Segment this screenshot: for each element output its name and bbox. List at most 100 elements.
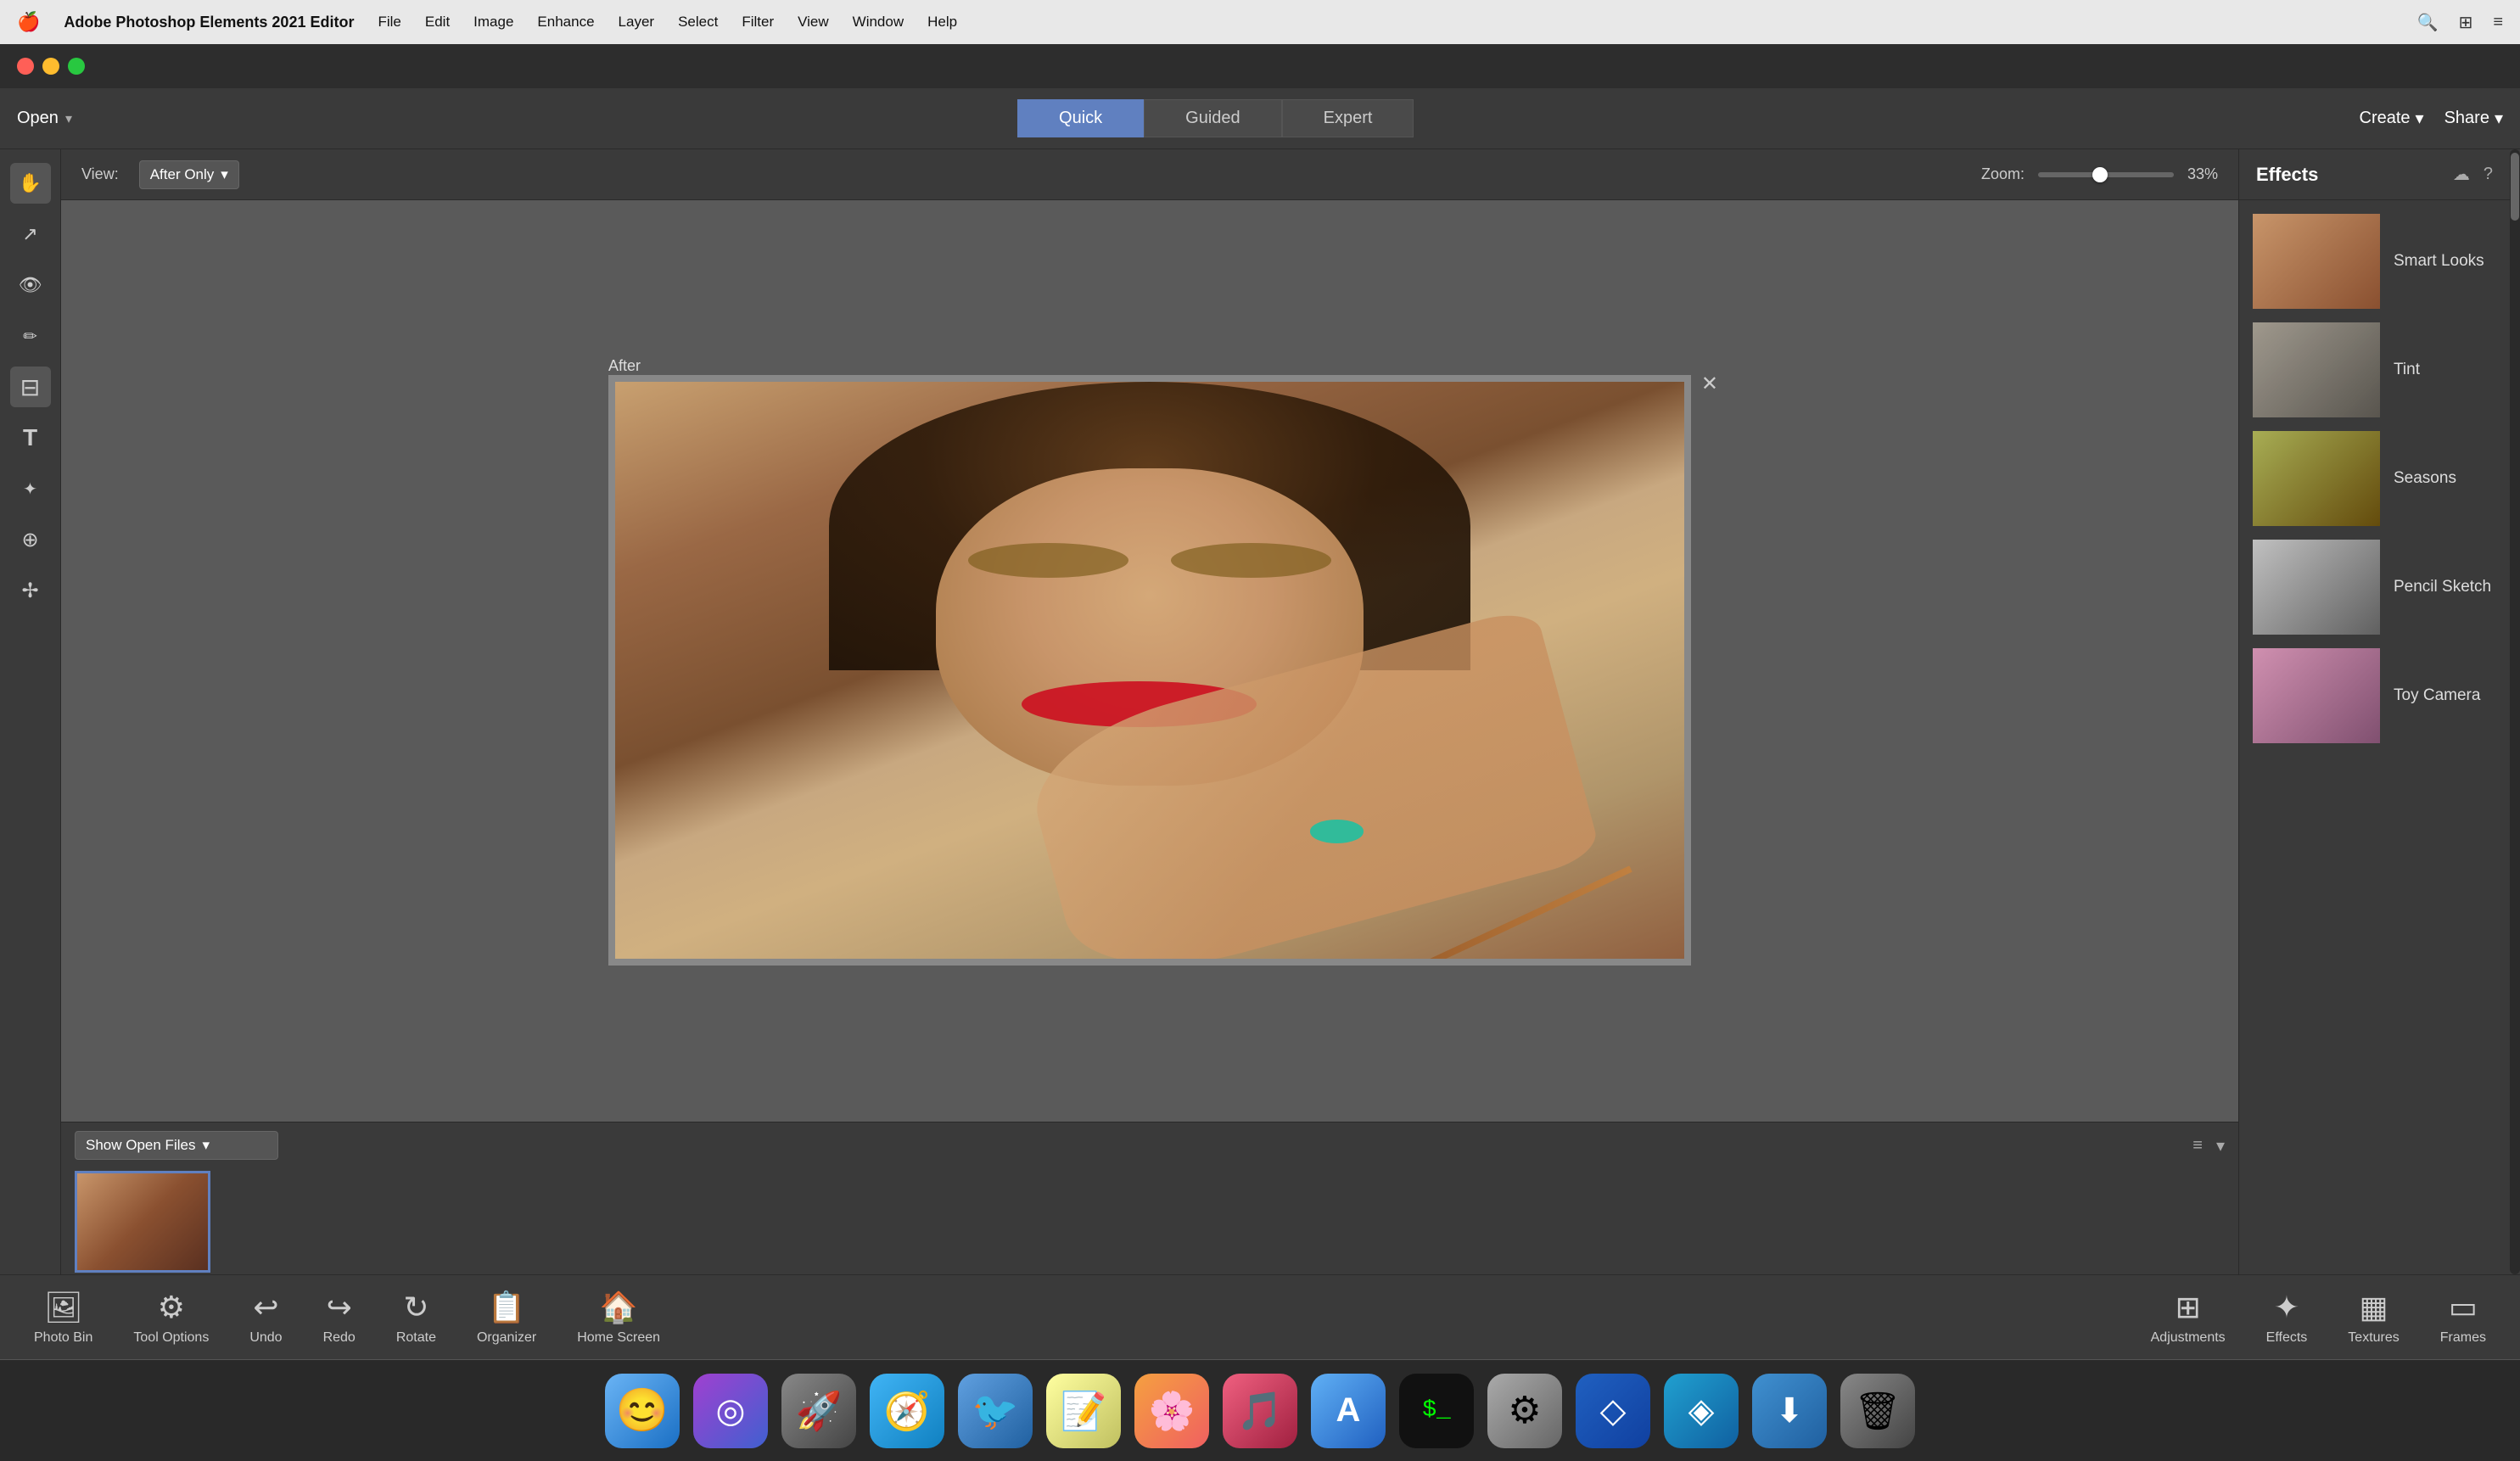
cloud-icon[interactable]: ☁ <box>2453 164 2470 185</box>
menu-view[interactable]: View <box>798 14 829 31</box>
zoom-tool-button[interactable]: ↗ <box>10 214 51 255</box>
menu-file[interactable]: File <box>378 14 400 31</box>
show-files-select[interactable]: Show Open Files ▾ <box>75 1131 278 1160</box>
effect-label-smart-looks: Smart Looks <box>2394 252 2484 271</box>
menu-filter[interactable]: Filter <box>742 14 774 31</box>
redo-button[interactable]: ↪ Redo <box>323 1290 356 1346</box>
share-button[interactable]: Share ▾ <box>2444 108 2503 129</box>
zoom-thumb[interactable] <box>2092 167 2108 182</box>
retouch-tool-button[interactable]: ✦ <box>10 468 51 509</box>
dock-trash-icon: 🗑 <box>1854 1389 1901 1433</box>
dock-notes[interactable]: 📝 <box>1046 1374 1121 1448</box>
menu-help[interactable]: Help <box>927 14 957 31</box>
menu-image[interactable]: Image <box>473 14 513 31</box>
menu-window[interactable]: Window <box>853 14 904 31</box>
effect-label-pencil-sketch: Pencil Sketch <box>2394 578 2491 596</box>
dock-music[interactable]: 🎵 <box>1223 1374 1297 1448</box>
organizer-button[interactable]: 📋 Organizer <box>477 1290 536 1346</box>
minimize-window-button[interactable] <box>42 58 59 75</box>
home-screen-button[interactable]: 🏠 Home Screen <box>577 1290 660 1346</box>
dock-safari[interactable]: 🧭 <box>870 1374 944 1448</box>
text-tool-button[interactable]: T <box>10 417 51 458</box>
effects-scrollbar[interactable] <box>2510 149 2520 1274</box>
maximize-window-button[interactable] <box>68 58 85 75</box>
dock-rocket[interactable]: 🚀 <box>781 1374 856 1448</box>
bottom-tools-right: ⊞ Adjustments ✦ Effects ▦ Textures ▭ Fra… <box>2151 1290 2486 1346</box>
effect-thumb-tint <box>2253 322 2380 417</box>
dock-pse-1[interactable]: ◇ <box>1576 1374 1650 1448</box>
dock-bird[interactable]: 🐦 <box>958 1374 1033 1448</box>
dock-finder[interactable]: 😊 <box>605 1374 680 1448</box>
eye-tool-button[interactable]: 👁 <box>10 265 51 305</box>
open-arrow-icon: ▾ <box>65 110 72 127</box>
menu-enhance[interactable]: Enhance <box>537 14 594 31</box>
canvas-close-button[interactable]: ✕ <box>1701 372 1718 396</box>
textures-button[interactable]: ▦ Textures <box>2348 1290 2399 1346</box>
show-files-arrow-icon: ▾ <box>202 1137 210 1154</box>
menubar-icon-1[interactable]: 🔍 <box>2417 12 2439 33</box>
top-toolbar: Open ▾ Quick Guided Expert Create ▾ Shar… <box>0 88 2520 149</box>
photo-bin-content <box>61 1168 2238 1274</box>
effect-thumb-smart-looks <box>2253 214 2380 309</box>
bottom-tools-left: 🖼 Photo Bin ⚙ Tool Options ↩ Undo ↪ Redo… <box>34 1290 660 1346</box>
effects-title: Effects <box>2256 164 2318 186</box>
dock-rocket-icon: 🚀 <box>796 1389 843 1433</box>
effects-label: Effects <box>2266 1330 2308 1346</box>
effect-toy-camera[interactable]: Toy Camera <box>2253 648 2496 743</box>
tab-quick[interactable]: Quick <box>1017 99 1144 137</box>
bottom-panel: 🖼 Photo Bin ⚙ Tool Options ↩ Undo ↪ Redo… <box>0 1274 2520 1359</box>
dock-system-prefs[interactable]: ⚙ <box>1487 1374 1562 1448</box>
menubar-icon-2[interactable]: ⊞ <box>2459 12 2473 33</box>
dock-trash[interactable]: 🗑 <box>1840 1374 1915 1448</box>
tab-expert[interactable]: Expert <box>1282 99 1414 137</box>
photo-bin-arrow-icon[interactable]: ▾ <box>2216 1135 2225 1156</box>
pencil-tool-button[interactable]: ✏ <box>10 316 51 356</box>
frames-button[interactable]: ▭ Frames <box>2440 1290 2486 1346</box>
undo-button[interactable]: ↩ Undo <box>249 1290 282 1346</box>
canvas-frame: ✕ <box>608 375 1691 966</box>
apple-menu[interactable]: 🍎 <box>17 11 40 33</box>
effect-tint[interactable]: Tint <box>2253 322 2496 417</box>
photo-bin-button[interactable]: 🖼 Photo Bin <box>34 1290 92 1346</box>
dock-photos-icon: 🌸 <box>1149 1389 1196 1433</box>
create-label: Create <box>2360 109 2411 128</box>
home-screen-label: Home Screen <box>577 1330 660 1346</box>
textures-label: Textures <box>2348 1330 2399 1346</box>
view-select[interactable]: After Only ▾ <box>139 160 239 189</box>
photo-thumbnail[interactable] <box>75 1171 210 1273</box>
dock-photos[interactable]: 🌸 <box>1134 1374 1209 1448</box>
redo-label: Redo <box>323 1330 356 1346</box>
move-tool-button[interactable]: ✢ <box>10 570 51 611</box>
dock-appstore[interactable]: A <box>1311 1374 1386 1448</box>
menu-select[interactable]: Select <box>678 14 718 31</box>
hand-tool-button[interactable]: ✋ <box>10 163 51 204</box>
adjustments-button[interactable]: ⊞ Adjustments <box>2151 1290 2226 1346</box>
dock-siri[interactable]: ◎ <box>693 1374 768 1448</box>
dock: 😊 ◎ 🚀 🧭 🐦 📝 🌸 🎵 A $_ ⚙ ◇ ◈ ⬇ 🗑 <box>0 1359 2520 1461</box>
menu-edit[interactable]: Edit <box>425 14 450 31</box>
zoom-slider[interactable] <box>2038 172 2174 177</box>
tool-options-button[interactable]: ⚙ Tool Options <box>133 1290 209 1346</box>
menu-layer[interactable]: Layer <box>619 14 655 31</box>
dock-terminal[interactable]: $_ <box>1399 1374 1474 1448</box>
close-window-button[interactable] <box>17 58 34 75</box>
canvas-image <box>615 382 1684 959</box>
dock-downloader[interactable]: ⬇ <box>1752 1374 1827 1448</box>
effect-pencil-sketch[interactable]: Pencil Sketch <box>2253 540 2496 635</box>
effects-scrollbar-thumb[interactable] <box>2511 153 2519 221</box>
effect-smart-looks[interactable]: Smart Looks <box>2253 214 2496 309</box>
crop-tool-button[interactable]: ⊟ <box>10 367 51 407</box>
create-button[interactable]: Create ▾ <box>2360 108 2424 129</box>
help-icon[interactable]: ? <box>2484 165 2493 184</box>
menubar-icon-3[interactable]: ≡ <box>2493 13 2503 32</box>
transform-tool-button[interactable]: ⊕ <box>10 519 51 560</box>
adjustments-icon: ⊞ <box>2176 1290 2201 1325</box>
effects-button[interactable]: ✦ Effects <box>2266 1290 2308 1346</box>
effect-seasons[interactable]: Seasons <box>2253 431 2496 526</box>
photo-bin-list-icon[interactable]: ≡ <box>2192 1136 2203 1156</box>
rotate-button[interactable]: ↻ Rotate <box>396 1290 436 1346</box>
open-label: Open <box>17 109 59 128</box>
dock-pse-2[interactable]: ◈ <box>1664 1374 1739 1448</box>
open-button[interactable]: Open ▾ <box>17 109 72 128</box>
tab-guided[interactable]: Guided <box>1144 99 1282 137</box>
